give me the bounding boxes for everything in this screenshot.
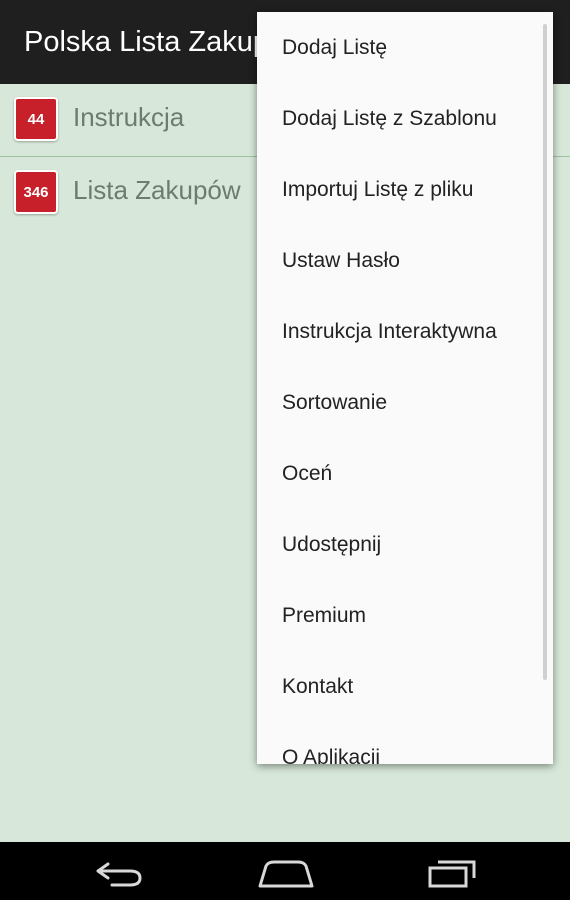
recent-apps-icon bbox=[428, 860, 476, 888]
menu-item-rate[interactable]: Oceń bbox=[257, 438, 553, 509]
list-name: Lista Zakupów bbox=[73, 175, 241, 205]
back-button[interactable] bbox=[90, 856, 150, 888]
back-icon bbox=[96, 862, 142, 887]
menu-item-sorting[interactable]: Sortowanie bbox=[257, 367, 553, 438]
menu-item-add-list[interactable]: Dodaj Listę bbox=[257, 12, 553, 83]
home-icon bbox=[258, 860, 314, 888]
menu-item-share[interactable]: Udostępnij bbox=[257, 509, 553, 580]
menu-item-interactive-guide[interactable]: Instrukcja Interaktywna bbox=[257, 296, 553, 367]
list-name: Instrukcja bbox=[73, 102, 185, 132]
item-count-badge: 44 bbox=[14, 97, 58, 141]
menu-item-about[interactable]: O Aplikacji bbox=[257, 722, 553, 765]
menu-item-import-from-file[interactable]: Importuj Listę z pliku bbox=[257, 154, 553, 225]
menu-item-contact[interactable]: Kontakt bbox=[257, 651, 553, 722]
navigation-bar bbox=[0, 842, 570, 900]
menu-item-add-from-template[interactable]: Dodaj Listę z Szablonu bbox=[257, 83, 553, 154]
menu-item-premium[interactable]: Premium bbox=[257, 580, 553, 651]
recent-apps-button[interactable] bbox=[422, 856, 482, 888]
overflow-menu: Dodaj Listę Dodaj Listę z Szablonu Impor… bbox=[257, 12, 553, 764]
item-count-badge: 346 bbox=[14, 170, 58, 214]
home-button[interactable] bbox=[256, 856, 316, 888]
menu-item-set-password[interactable]: Ustaw Hasło bbox=[257, 225, 553, 296]
menu-scrollbar[interactable] bbox=[543, 24, 547, 680]
